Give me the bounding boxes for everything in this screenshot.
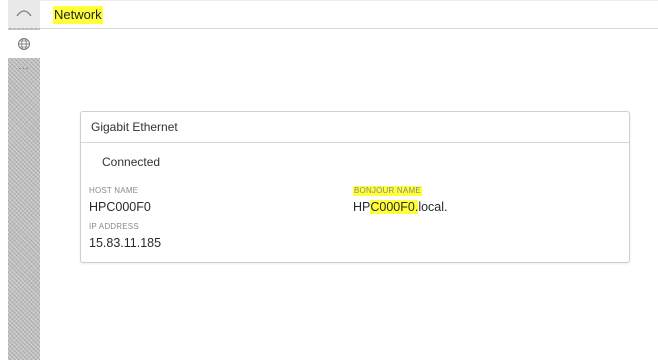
card-header: Gigabit Ethernet: [81, 112, 629, 143]
ip-address-value: 15.83.11.185: [89, 236, 162, 250]
host-name-value: HPC000F0: [89, 200, 151, 214]
sidebar-item-network[interactable]: [8, 30, 40, 58]
bonjour-name-label: BONJOUR NAME: [353, 186, 422, 196]
globe-icon: [18, 38, 30, 50]
ip-address-label: IP ADDRESS: [89, 222, 139, 231]
bonjour-name-prefix: HP: [353, 200, 371, 214]
bonjour-name-suffix: local.: [418, 200, 448, 214]
ethernet-card: Gigabit Ethernet Connected HOST NAME HPC…: [80, 111, 630, 263]
network-page: ... Network Gigabit Ethernet Connected H…: [0, 0, 658, 360]
bonjour-name-value: HPC000F0.local.: [353, 200, 448, 214]
connection-status: Connected: [102, 155, 161, 169]
host-name-label: HOST NAME: [89, 186, 139, 195]
header-top-divider: [40, 0, 658, 1]
header-divider: [40, 28, 658, 29]
page-title: Network: [53, 6, 103, 24]
arc-icon: [16, 10, 32, 17]
back-button[interactable]: [8, 0, 40, 28]
more-icon[interactable]: ...: [8, 62, 40, 72]
bonjour-name-highlight: C000F0.: [370, 200, 419, 214]
card-title: Gigabit Ethernet: [91, 120, 178, 134]
